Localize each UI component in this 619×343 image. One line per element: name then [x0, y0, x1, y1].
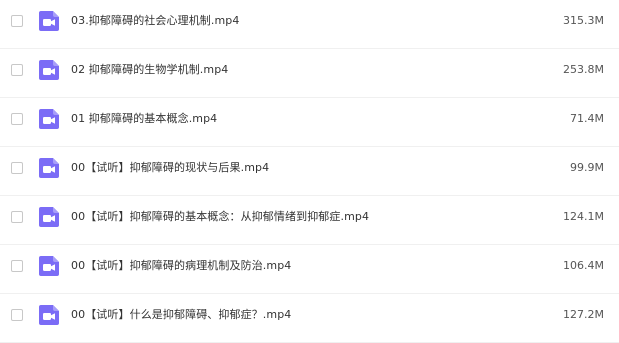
file-row[interactable]: 00【试听】什么是抑郁障碍、抑郁症？.mp4 127.2M — [0, 294, 619, 343]
video-file-icon — [39, 109, 59, 129]
video-file-icon — [39, 256, 59, 276]
row-checkbox[interactable] — [11, 309, 23, 321]
file-row[interactable]: 00【试听】抑郁障碍的基本概念：从抑郁情绪到抑郁症.mp4 124.1M — [0, 196, 619, 245]
video-file-icon — [39, 158, 59, 178]
row-checkbox[interactable] — [11, 113, 23, 125]
file-size: 127.2M — [563, 308, 604, 321]
file-size: 315.3M — [563, 14, 604, 27]
row-checkbox[interactable] — [11, 162, 23, 174]
file-row[interactable]: 01 抑郁障碍的基本概念.mp4 71.4M — [0, 98, 619, 147]
file-name[interactable]: 00【试听】抑郁障碍的基本概念：从抑郁情绪到抑郁症.mp4 — [71, 209, 369, 225]
row-checkbox[interactable] — [11, 64, 23, 76]
video-file-icon — [39, 11, 59, 31]
file-name[interactable]: 01 抑郁障碍的基本概念.mp4 — [71, 111, 217, 127]
video-file-icon — [39, 207, 59, 227]
file-name[interactable]: 02 抑郁障碍的生物学机制.mp4 — [71, 62, 228, 78]
file-size: 71.4M — [570, 112, 604, 125]
file-size: 124.1M — [563, 210, 604, 223]
file-name[interactable]: 00【试听】抑郁障碍的病理机制及防治.mp4 — [71, 258, 291, 274]
file-row[interactable]: 00【试听】抑郁障碍的现状与后果.mp4 99.9M — [0, 147, 619, 196]
video-file-icon — [39, 60, 59, 80]
file-list: 03.抑郁障碍的社会心理机制.mp4 315.3M 02 抑郁障碍的生物学机制.… — [0, 0, 619, 343]
file-size: 253.8M — [563, 63, 604, 76]
file-name[interactable]: 03.抑郁障碍的社会心理机制.mp4 — [71, 13, 240, 29]
file-size: 99.9M — [570, 161, 604, 174]
file-row[interactable]: 00【试听】抑郁障碍的病理机制及防治.mp4 106.4M — [0, 245, 619, 294]
row-checkbox[interactable] — [11, 15, 23, 27]
row-checkbox[interactable] — [11, 211, 23, 223]
file-name[interactable]: 00【试听】什么是抑郁障碍、抑郁症？.mp4 — [71, 307, 291, 323]
file-row[interactable]: 02 抑郁障碍的生物学机制.mp4 253.8M — [0, 49, 619, 98]
video-file-icon — [39, 305, 59, 325]
file-size: 106.4M — [563, 259, 604, 272]
row-checkbox[interactable] — [11, 260, 23, 272]
file-name[interactable]: 00【试听】抑郁障碍的现状与后果.mp4 — [71, 160, 269, 176]
file-row[interactable]: 03.抑郁障碍的社会心理机制.mp4 315.3M — [0, 0, 619, 49]
